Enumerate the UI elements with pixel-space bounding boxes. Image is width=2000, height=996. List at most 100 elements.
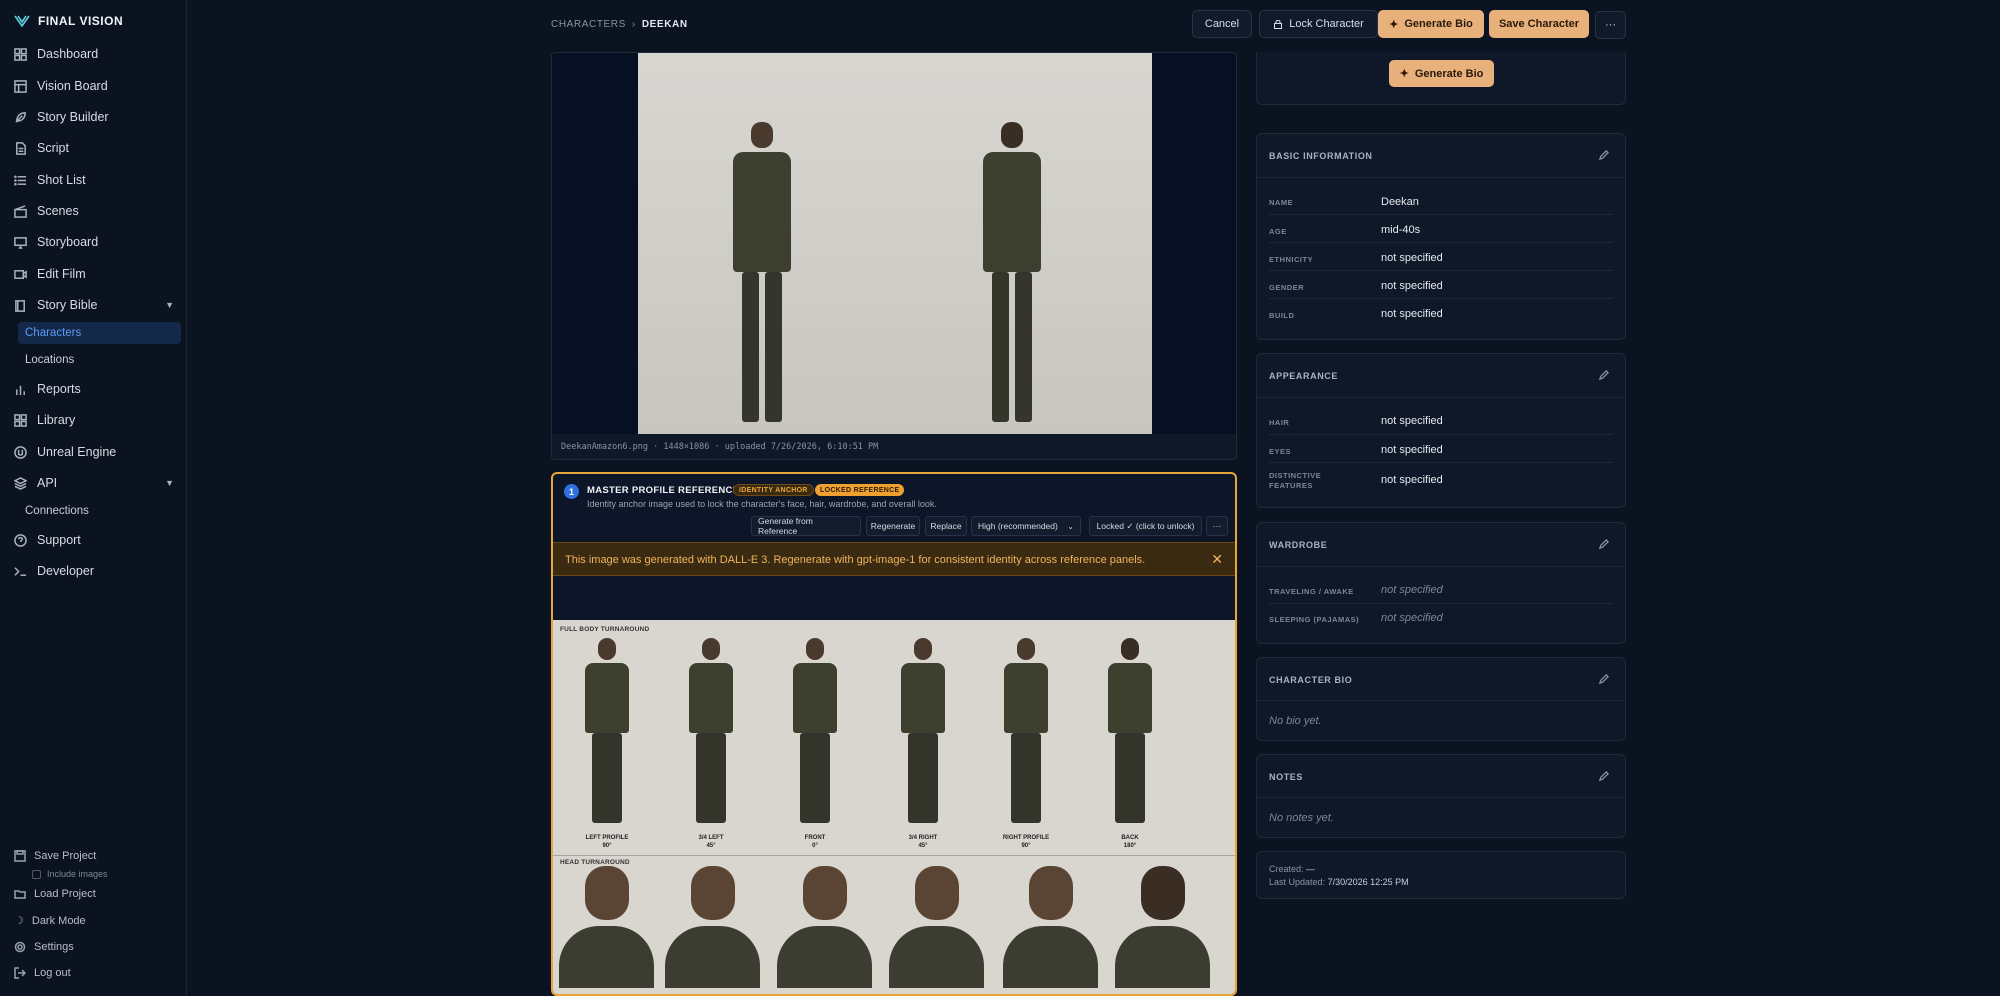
turnaround-figure (1100, 638, 1160, 828)
name-value[interactable]: Deekan (1381, 196, 1419, 208)
board-icon (14, 79, 27, 93)
nav-scenes[interactable]: Scenes (14, 201, 79, 221)
save-character-button[interactable]: Save Character (1489, 10, 1589, 38)
sidebar-item-locations[interactable]: Locations (18, 349, 181, 371)
close-icon[interactable]: ✕ (1211, 551, 1223, 568)
eyes-value[interactable]: not specified (1381, 444, 1443, 456)
replace-button[interactable]: Replace (925, 516, 967, 536)
locked-toggle-button[interactable]: Locked ✓ (click to unlock) (1089, 516, 1202, 536)
generate-bio-panel-button[interactable]: ✦ Generate Bio (1389, 60, 1494, 87)
sleeping-value[interactable]: not specified (1381, 612, 1443, 624)
cancel-button[interactable]: Cancel (1192, 10, 1252, 38)
character-bio-panel: CHARACTER BIO No bio yet. (1256, 657, 1626, 741)
regenerate-button[interactable]: Regenerate (866, 516, 920, 536)
panel-title: NOTES (1269, 772, 1304, 782)
nav-edit-film[interactable]: Edit Film (14, 264, 86, 284)
library-icon (14, 413, 27, 427)
gender-value[interactable]: not specified (1381, 280, 1443, 292)
nav-vision-board[interactable]: Vision Board (14, 76, 108, 96)
edit-icon[interactable] (1598, 150, 1609, 161)
hair-value[interactable]: not specified (1381, 415, 1443, 427)
metadata-panel: Created: — Last Updated: 7/30/2026 12:25… (1256, 851, 1626, 899)
image-viewer[interactable] (552, 53, 1236, 434)
nav-support[interactable]: Support (14, 530, 81, 550)
nav-unreal-engine[interactable]: Unreal Engine (14, 442, 116, 462)
generate-bio-button[interactable]: ✦ Generate Bio (1378, 10, 1484, 38)
character-photo (638, 53, 1152, 434)
edit-icon[interactable] (1598, 539, 1609, 550)
view-name: RIGHT PROFILE (1002, 835, 1050, 841)
lock-character-label: Lock Character (1289, 18, 1364, 30)
edit-icon[interactable] (1598, 370, 1609, 381)
divider (1269, 298, 1613, 299)
nav-label: Script (37, 141, 69, 155)
traveling-value[interactable]: not specified (1381, 584, 1443, 596)
nav-api[interactable]: API ▼ (14, 473, 174, 493)
view-angle: 45° (706, 843, 716, 849)
lock-character-button[interactable]: Lock Character (1259, 10, 1378, 38)
layers-icon (14, 476, 27, 490)
sidebar-item-characters[interactable]: Characters (18, 322, 181, 344)
nav-shot-list[interactable]: Shot List (14, 170, 86, 190)
sidebar-item-connections[interactable]: Connections (18, 500, 181, 522)
edit-icon[interactable] (1598, 771, 1609, 782)
nav-storyboard[interactable]: Storyboard (14, 232, 98, 252)
view-name: FRONT (804, 835, 826, 841)
reference-description: Identity anchor image used to lock the c… (587, 499, 937, 509)
settings-button[interactable]: Settings (14, 941, 74, 953)
nav-reports[interactable]: Reports (14, 379, 81, 399)
terminal-icon (14, 566, 27, 576)
checkbox-icon (32, 869, 41, 879)
generate-from-reference-button[interactable]: Generate from Reference (751, 516, 861, 536)
nav-story-bible[interactable]: Story Bible ▼ (14, 295, 174, 315)
view-angle: 45° (918, 843, 928, 849)
nav-label: Developer (37, 564, 94, 578)
build-value[interactable]: not specified (1381, 308, 1443, 320)
age-value[interactable]: mid-40s (1381, 224, 1420, 236)
turnaround-sheet[interactable]: FULL BODY TURNAROUND LEFT PROFILE 90° 3/4… (553, 620, 1235, 994)
nav-label: API (37, 476, 58, 490)
load-project-button[interactable]: Load Project (14, 888, 96, 900)
distinctive-features-value[interactable]: not specified (1381, 474, 1443, 486)
updated-value: 7/30/2026 12:25 PM (1327, 877, 1409, 887)
sheet-divider (553, 855, 1235, 856)
reference-more-button[interactable]: ··· (1206, 516, 1228, 536)
app-logo[interactable]: FINAL VISION (14, 14, 123, 28)
nav-label: Storyboard (37, 235, 99, 249)
chevron-down-icon: ▼ (165, 478, 174, 488)
field-label: EYES (1269, 447, 1292, 456)
bio-empty-text: No bio yet. (1269, 715, 1322, 727)
nav-library[interactable]: Library (14, 410, 75, 430)
sparkle-icon: ✦ (1399, 68, 1409, 80)
nav-script[interactable]: Script (14, 138, 69, 158)
quality-select[interactable]: High (recommended) ⌄ (971, 516, 1081, 536)
head-figure (559, 866, 654, 988)
character-image-card: DeekanAmazon6.png · 1448×1086 · uploaded… (551, 52, 1237, 460)
dark-mode-toggle[interactable]: ☽ Dark Mode (14, 914, 86, 928)
edit-icon[interactable] (1598, 674, 1609, 685)
divider (1257, 397, 1625, 398)
book-icon (15, 299, 25, 312)
reference-title: MASTER PROFILE REFERENCE (587, 485, 740, 496)
nav-developer[interactable]: Developer (14, 561, 94, 581)
save-project-button[interactable]: Save Project (14, 850, 96, 862)
ethnicity-value[interactable]: not specified (1381, 252, 1443, 264)
chevron-down-icon: ▼ (165, 300, 174, 310)
locked-reference-badge: LOCKED REFERENCE (815, 484, 905, 496)
nav-story-builder[interactable]: Story Builder (14, 107, 109, 127)
breadcrumb-separator: › (631, 19, 636, 30)
more-options-button[interactable]: ··· (1595, 11, 1626, 39)
wardrobe-panel: WARDROBE TRAVELING / AWAKE not specified… (1256, 522, 1626, 644)
divider (1269, 242, 1613, 243)
panel-title: WARDROBE (1269, 540, 1328, 550)
lock-icon (1274, 20, 1283, 29)
notes-empty-text: No notes yet. (1269, 812, 1334, 824)
breadcrumb-root[interactable]: CHARACTERS (551, 19, 626, 30)
nav-dashboard[interactable]: Dashboard (14, 44, 98, 64)
logout-button[interactable]: Log out (14, 967, 71, 979)
view-name: LEFT PROFILE (585, 835, 629, 841)
quality-value: High (recommended) (978, 521, 1058, 531)
include-images-checkbox[interactable]: Include images (32, 869, 108, 879)
field-label: AGE (1269, 227, 1287, 236)
field-label: NAME (1269, 198, 1294, 207)
